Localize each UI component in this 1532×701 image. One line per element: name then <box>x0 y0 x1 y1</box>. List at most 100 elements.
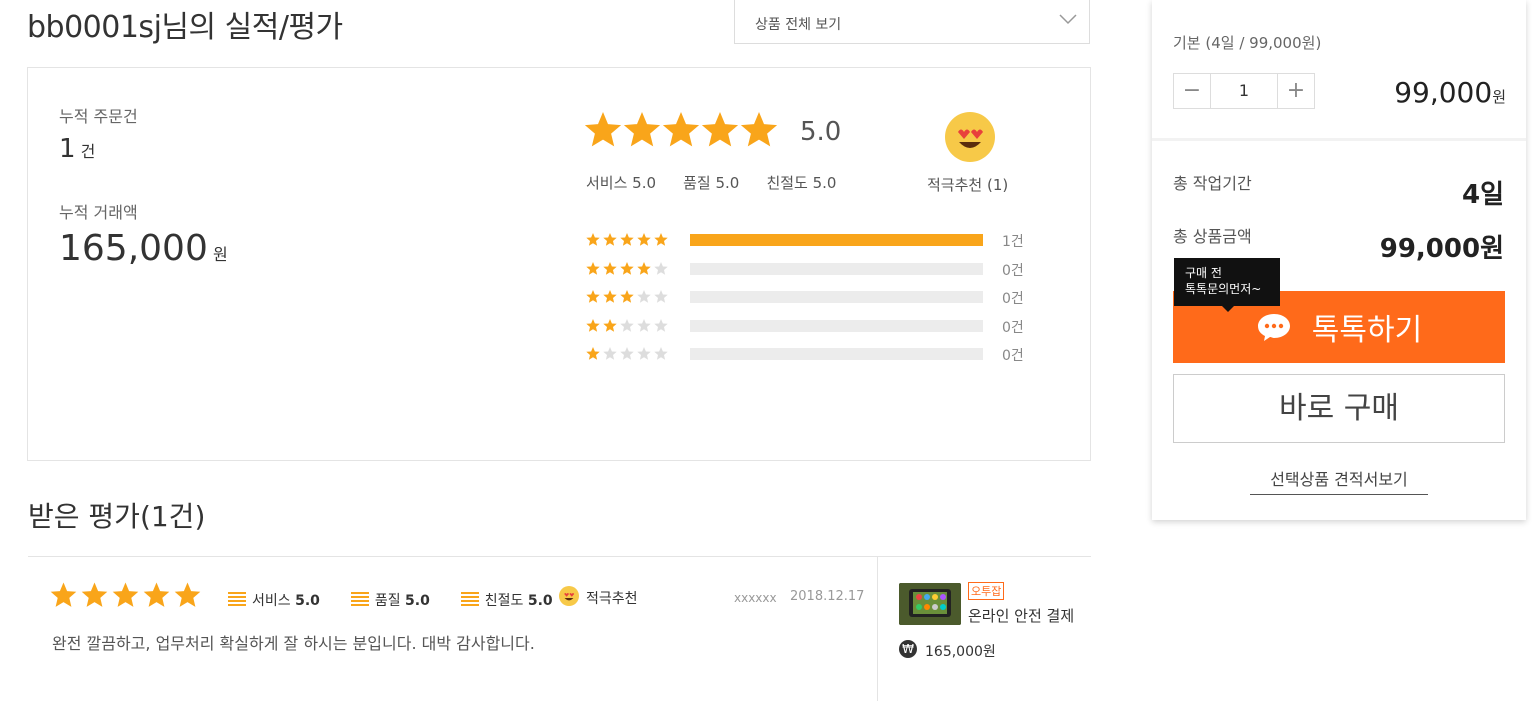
option-price: 99,000원 <box>1394 76 1506 109</box>
orders-count: 1 건 <box>59 134 95 164</box>
distribution-row: 0건 <box>586 346 1046 365</box>
star-filled-icon <box>586 347 600 361</box>
star-filled-icon <box>603 261 617 275</box>
quality-score: 품질 5.0 <box>683 174 740 192</box>
talk-tooltip: 구매 전 톡톡문의먼저~ <box>1174 258 1280 306</box>
row-stars <box>586 261 668 275</box>
page-title: bb0001sj님의 실적/평가 <box>27 10 343 45</box>
service-label: 서비스 <box>252 593 291 609</box>
sub-scores: 서비스 5.0 품질 5.0 친절도 5.0 <box>586 172 858 193</box>
star-empty-icon <box>637 290 651 303</box>
orders-unit: 건 <box>80 142 96 161</box>
service-score: 서비스 5.0 <box>586 174 657 192</box>
distribution-bar <box>690 262 983 275</box>
quantity-input[interactable]: 1 <box>1210 74 1278 108</box>
chat-bubble-icon <box>1257 314 1290 341</box>
distribution-count: 0건 <box>1002 262 1024 279</box>
product-filter-select[interactable]: 상품 전체 보기 <box>734 0 1090 44</box>
review-stars <box>50 582 201 607</box>
star-filled-icon <box>112 582 139 607</box>
service-value: 5.0 <box>295 593 320 609</box>
row-stars <box>586 347 668 361</box>
review-item: 서비스 5.0 품질 5.0 친절도 5.0 적극추천 xxxxxx 2018.… <box>28 557 877 701</box>
rating-stars <box>584 112 778 147</box>
distribution-bar <box>690 291 983 304</box>
star-filled-icon <box>662 112 700 147</box>
bar-icon <box>460 592 479 608</box>
review-date: 2018.12.17 <box>790 589 865 604</box>
distribution-bar <box>690 319 983 332</box>
reviews-title: 받은 평가(1건) <box>28 500 206 533</box>
distribution-row: 0건 <box>586 289 1046 308</box>
distribution-bar <box>690 234 983 246</box>
star-empty-icon <box>654 261 668 275</box>
row-stars <box>586 290 668 303</box>
buy-now-button[interactable]: 바로 구매 <box>1173 374 1505 443</box>
review-sub-scores: 서비스 5.0 품질 5.0 친절도 5.0 <box>228 590 553 610</box>
star-filled-icon <box>586 233 600 246</box>
star-empty-icon <box>620 318 634 332</box>
tooltip-line: 톡톡문의먼저~ <box>1185 282 1262 296</box>
star-filled-icon <box>603 233 617 246</box>
quality-value: 5.0 <box>405 593 430 609</box>
star-filled-icon <box>623 112 661 147</box>
orders-value: 1 <box>59 134 76 164</box>
star-filled-icon <box>603 318 617 332</box>
distribution-count: 0건 <box>1002 348 1024 365</box>
review-product[interactable]: 오투잡 온라인 안전 결제 ₩ 165,000원 <box>878 557 1092 701</box>
quality-label: 품질 <box>374 593 401 609</box>
star-empty-icon <box>637 347 651 361</box>
review-recommend: 적극추천 <box>586 591 638 607</box>
distribution-count: 0건 <box>1002 291 1024 308</box>
row-stars <box>586 318 668 332</box>
star-filled-icon <box>740 112 778 147</box>
star-filled-icon <box>637 233 651 246</box>
divider <box>1152 138 1526 141</box>
recommend-count: 적극추천 (1) <box>927 176 1009 194</box>
star-filled-icon <box>620 290 634 303</box>
distribution-row: 0건 <box>586 261 1046 279</box>
star-empty-icon <box>654 318 668 332</box>
amount-unit: 원 <box>212 245 228 264</box>
star-filled-icon <box>81 582 108 607</box>
won-icon: ₩ <box>899 640 917 658</box>
distribution-row: 1건 <box>586 232 1046 250</box>
distribution-count: 0건 <box>1002 319 1024 336</box>
product-thumbnail[interactable] <box>899 583 961 625</box>
tooltip-line: 구매 전 <box>1185 266 1222 280</box>
star-filled-icon <box>620 233 634 246</box>
star-filled-icon <box>174 582 201 607</box>
product-name[interactable]: 온라인 안전 결제 <box>968 605 1074 626</box>
heart-eyes-emoji-icon <box>945 112 995 162</box>
star-filled-icon <box>586 261 600 275</box>
kindness-value: 5.0 <box>527 593 553 609</box>
tooltip-arrow <box>1222 306 1234 312</box>
option-label: 기본 (4일 / 99,000원) <box>1173 34 1322 52</box>
total-label: 총 상품금액 <box>1173 227 1252 246</box>
star-empty-icon <box>654 290 668 303</box>
star-empty-icon <box>603 347 617 361</box>
star-filled-icon <box>50 582 77 607</box>
orders-label: 누적 주문건 <box>59 107 138 126</box>
bar-icon <box>350 592 369 608</box>
option-price-unit: 원 <box>1492 88 1506 106</box>
order-panel: 기본 (4일 / 99,000원) − 1 + 99,000원 총 작업기간 4… <box>1152 0 1526 520</box>
row-stars <box>586 233 668 246</box>
star-filled-icon <box>701 112 739 147</box>
total-amount: 165,000 원 <box>59 228 228 269</box>
star-filled-icon <box>584 112 622 147</box>
increase-button[interactable]: + <box>1278 74 1314 108</box>
filter-selected-value: 상품 전체 보기 <box>755 17 842 33</box>
period-label: 총 작업기간 <box>1173 174 1252 193</box>
reviewer-id: xxxxxx <box>734 591 777 605</box>
kindness-score: 친절도 5.0 <box>766 174 837 192</box>
decrease-button[interactable]: − <box>1174 74 1210 108</box>
option-price-value: 99,000 <box>1394 76 1493 109</box>
quote-link[interactable]: 선택상품 견적서보기 <box>1250 466 1428 495</box>
product-badge: 오투잡 <box>968 582 1005 600</box>
star-empty-icon <box>654 347 668 361</box>
product-price: 165,000원 <box>925 644 996 660</box>
star-filled-icon <box>654 233 668 246</box>
star-empty-icon <box>620 347 634 361</box>
star-filled-icon <box>620 261 634 275</box>
